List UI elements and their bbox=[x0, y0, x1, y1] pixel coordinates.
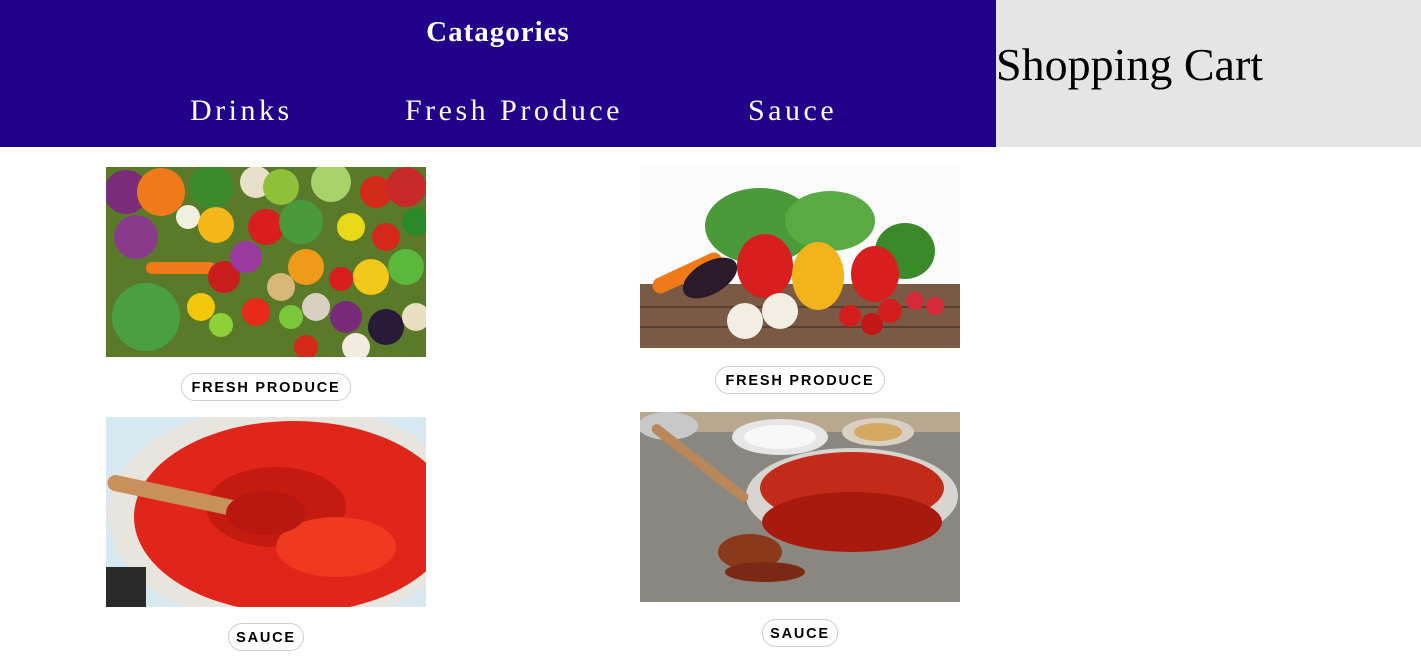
nav-item-sauce[interactable]: Sauce bbox=[748, 94, 837, 128]
categories-title: Catagories bbox=[426, 16, 570, 48]
fresh-produce-button-2[interactable]: FRESH PRODUCE bbox=[715, 366, 885, 394]
categories-header: Catagories Drinks Fresh Produce Sauce bbox=[0, 0, 996, 147]
product-image-vegetables[interactable] bbox=[106, 167, 426, 357]
nav-item-drinks[interactable]: Drinks bbox=[190, 94, 293, 128]
shopping-cart-panel: Shopping Cart bbox=[996, 0, 1421, 147]
product-image-sauce-bowl[interactable] bbox=[640, 412, 960, 602]
sauce-button-1[interactable]: SAUCE bbox=[228, 623, 304, 651]
nav-item-fresh-produce[interactable]: Fresh Produce bbox=[405, 94, 623, 128]
sauce-button-2[interactable]: SAUCE bbox=[762, 619, 838, 647]
product-image-sauce-pot[interactable] bbox=[106, 417, 426, 607]
product-image-vegetables-table[interactable] bbox=[640, 166, 960, 348]
fresh-produce-button-1[interactable]: FRESH PRODUCE bbox=[181, 373, 351, 401]
shopping-cart-title: Shopping Cart bbox=[996, 39, 1264, 90]
